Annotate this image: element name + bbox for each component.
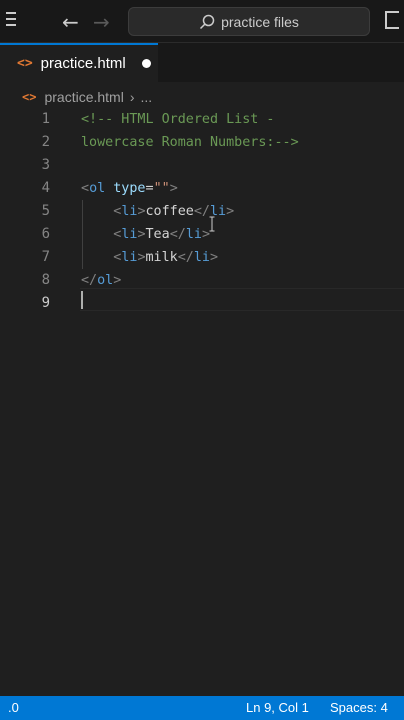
code-token: Tea: [145, 227, 170, 242]
code-token: lowercase Roman Numbers:-->: [81, 135, 299, 150]
line-number: 4: [41, 180, 50, 196]
code-token: =: [145, 181, 154, 196]
breadcrumb: <> practice.html › ...: [0, 86, 152, 108]
code-token: li: [121, 250, 138, 265]
mouse-ibeam-cursor-icon: [209, 216, 215, 232]
line-number: 5: [41, 203, 50, 219]
status-left-item[interactable]: .0: [8, 700, 19, 715]
code-token: ol: [97, 273, 114, 288]
code-token: li: [193, 250, 210, 265]
search-label: practice files: [221, 13, 299, 30]
code-token: coffee: [145, 204, 194, 219]
breadcrumb-separator: ›: [129, 89, 135, 105]
code-token: </: [169, 227, 186, 242]
code-line[interactable]: 7 <li>milk</li>: [0, 246, 404, 269]
code-line[interactable]: 6 <li>Tea</li>: [0, 223, 404, 246]
code-token: >: [210, 250, 219, 265]
line-code: lowercase Roman Numbers:-->: [81, 131, 299, 154]
code-token: "": [153, 181, 170, 196]
cursor-position[interactable]: Ln 9, Col 1: [246, 700, 309, 715]
code-line[interactable]: 8 </ol>: [0, 269, 404, 292]
code-token: >: [113, 273, 122, 288]
code-line[interactable]: 5 <li>coffee</li>: [0, 200, 404, 223]
line-code: </ol>: [81, 269, 121, 292]
line-code: <li>Tea</li>: [81, 223, 210, 246]
line-number: 9: [41, 295, 50, 311]
code-token: >: [137, 250, 146, 265]
breadcrumb-file[interactable]: practice.html: [44, 89, 123, 105]
line-number: 3: [41, 157, 50, 173]
html-file-icon: <>: [17, 56, 33, 71]
command-center-search[interactable]: practice files: [128, 7, 370, 36]
html-file-icon: <>: [22, 90, 37, 104]
code-token: li: [121, 227, 138, 242]
code-token: <: [81, 181, 90, 196]
line-number: 1: [41, 111, 50, 127]
title-bar: ← → practice files: [0, 0, 404, 43]
code-line[interactable]: 2 lowercase Roman Numbers:-->: [0, 131, 404, 154]
code-line[interactable]: 3: [0, 154, 404, 177]
tab-practice-html[interactable]: <> practice.html: [0, 43, 158, 82]
line-number: 7: [41, 249, 50, 265]
code-token: li: [121, 204, 138, 219]
menu-icon[interactable]: [6, 12, 18, 28]
line-code: <ol type="">: [81, 177, 178, 200]
unsaved-dot-icon[interactable]: [141, 59, 151, 68]
code-token: <!-- HTML Ordered List -: [81, 112, 275, 127]
code-token: >: [137, 204, 146, 219]
code-line[interactable]: 4 <ol type="">: [0, 177, 404, 200]
line-number: 2: [41, 134, 50, 150]
line-number: 8: [41, 272, 50, 288]
code-token: </: [177, 250, 194, 265]
search-icon: [200, 14, 215, 29]
tab-label: practice.html: [40, 55, 126, 72]
back-arrow-icon[interactable]: ←: [62, 10, 79, 34]
breadcrumb-more[interactable]: ...: [140, 89, 152, 105]
code-token: type: [105, 181, 146, 196]
tab-bar: <> practice.html: [0, 43, 404, 82]
code-token: ol: [89, 181, 106, 196]
code-token: milk: [145, 250, 178, 265]
code-line[interactable]: 9: [0, 292, 404, 315]
code-line[interactable]: 1 <!-- HTML Ordered List -: [0, 108, 404, 131]
indentation-setting[interactable]: Spaces: 4: [330, 700, 388, 715]
line-number: 6: [41, 226, 50, 242]
line-code: <!-- HTML Ordered List -: [81, 108, 274, 131]
code-token: </: [193, 204, 210, 219]
code-token: li: [185, 227, 202, 242]
code-token: </: [81, 273, 98, 288]
layout-toggle-icon[interactable]: [385, 11, 399, 29]
code-token: >: [169, 181, 178, 196]
code-token: >: [137, 227, 146, 242]
code-token: >: [226, 204, 235, 219]
line-code: <li>milk</li>: [81, 246, 218, 269]
forward-arrow-icon[interactable]: →: [93, 10, 110, 34]
status-bar: .0 Ln 9, Col 1 Spaces: 4: [0, 696, 404, 720]
